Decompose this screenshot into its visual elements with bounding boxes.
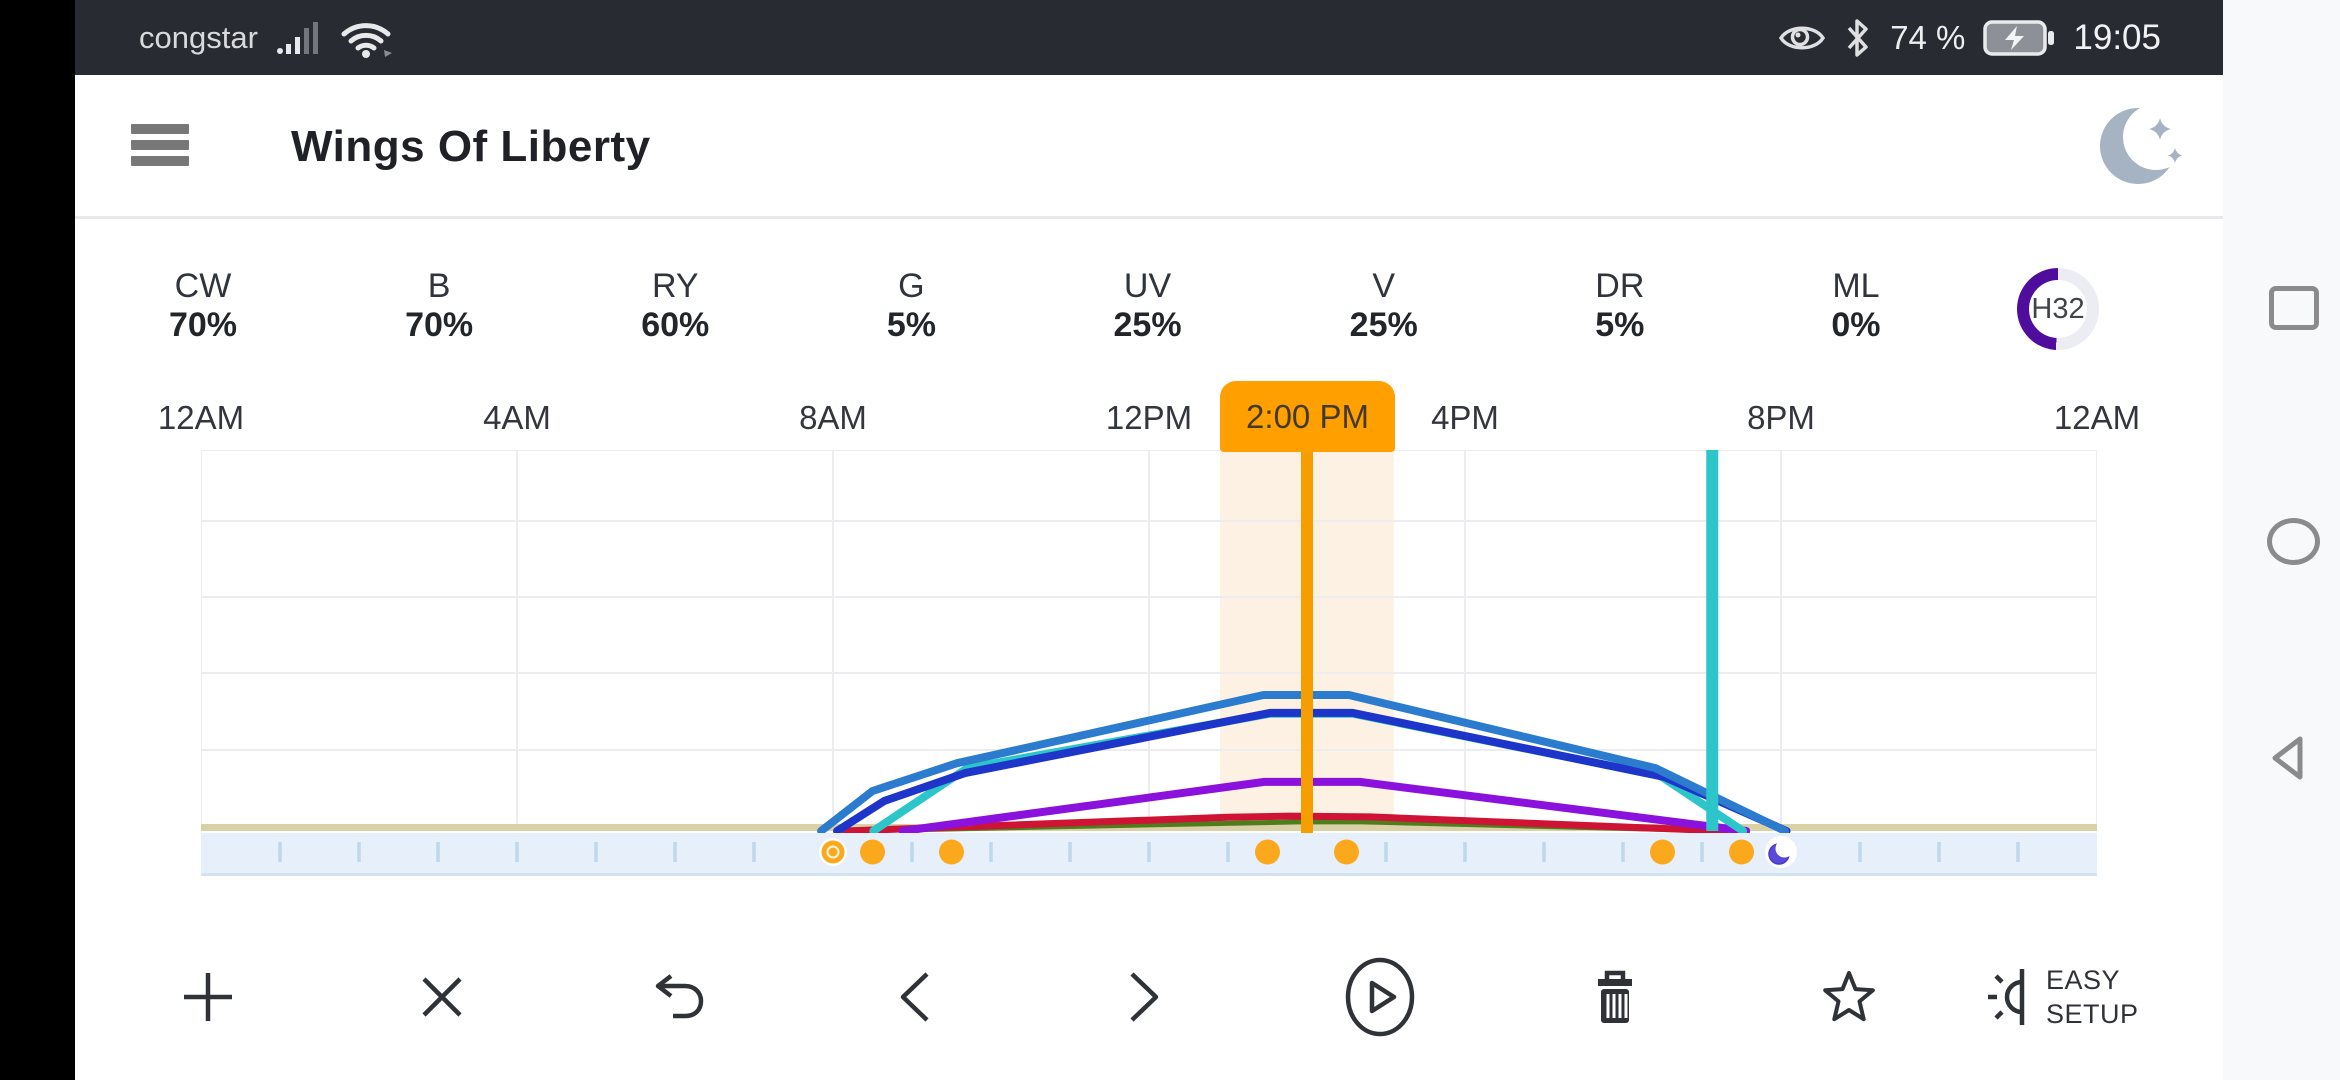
schedule-dot[interactable]	[1650, 840, 1675, 865]
channel-name: RY	[575, 266, 775, 306]
battery-charging-icon	[1983, 20, 2055, 56]
battery-percent: 74 %	[1890, 19, 1965, 57]
schedule-dot[interactable]	[1729, 840, 1754, 865]
favorite-button[interactable]	[1804, 952, 1894, 1042]
time-cursor-line[interactable]	[1301, 450, 1313, 845]
schedule-dot[interactable]	[1255, 840, 1280, 865]
home-button[interactable]	[2267, 518, 2320, 565]
easy-setup-button[interactable]	[1962, 952, 2052, 1042]
channel-value: 0%	[1756, 306, 1956, 344]
channel-ML[interactable]: ML0%	[1756, 266, 1956, 344]
schedule-dot[interactable]	[939, 840, 964, 865]
teal-event-line	[1706, 450, 1718, 831]
play-circle-icon	[1344, 956, 1416, 1038]
moon-stars-icon	[2093, 98, 2193, 198]
chevron-left-icon	[894, 969, 934, 1025]
controller-badge: H32	[2029, 280, 2087, 338]
undo-icon	[649, 971, 707, 1023]
channel-RY[interactable]: RY60%	[575, 266, 775, 344]
play-button[interactable]	[1335, 952, 1425, 1042]
channel-name: ML	[1756, 266, 1956, 306]
channel-name: UV	[1048, 266, 1248, 306]
back-button[interactable]	[2263, 730, 2319, 786]
channel-B[interactable]: B70%	[339, 266, 539, 344]
time-cursor-badge[interactable]: 2:00 PM	[1220, 381, 1395, 452]
next-button[interactable]	[1100, 952, 1190, 1042]
time-label-8am: 8AM	[799, 399, 867, 437]
undo-button[interactable]	[633, 952, 723, 1042]
star-icon	[1820, 969, 1878, 1025]
wifi-icon	[340, 17, 396, 59]
eye-comfort-icon	[1778, 21, 1826, 55]
time-label-4am: 4AM	[483, 399, 551, 437]
close-button[interactable]	[397, 952, 487, 1042]
channel-UV[interactable]: UV25%	[1048, 266, 1248, 344]
recents-button[interactable]	[2269, 286, 2319, 330]
clock-label: 19:05	[2073, 18, 2161, 58]
channel-G[interactable]: G5%	[811, 266, 1011, 344]
menu-button[interactable]	[118, 112, 202, 178]
channel-V[interactable]: V25%	[1284, 266, 1484, 344]
schedule-dot[interactable]	[1334, 840, 1359, 865]
hamburger-icon	[131, 124, 189, 134]
status-bar: congstar	[75, 0, 2223, 75]
schedule-dot-ring-core	[829, 848, 838, 857]
channel-value: 60%	[575, 306, 775, 344]
channel-CW[interactable]: CW70%	[103, 266, 303, 344]
night-mode-button[interactable]	[2093, 98, 2193, 198]
trash-icon	[1586, 967, 1644, 1027]
delete-button[interactable]	[1570, 952, 1660, 1042]
channel-value: 70%	[339, 306, 539, 344]
android-nav-bar	[2223, 0, 2340, 1080]
controller-progress-ring[interactable]: H32	[2017, 268, 2099, 350]
channel-name: G	[811, 266, 1011, 306]
signal-bars-icon	[276, 20, 322, 56]
page-title: Wings Of Liberty	[291, 122, 651, 172]
moon-marker-crescent-cut	[1776, 840, 1794, 858]
channel-value: 25%	[1284, 306, 1484, 344]
previous-button[interactable]	[869, 952, 959, 1042]
camera-notch-bar	[0, 0, 75, 1080]
carrier-label: congstar	[139, 20, 258, 56]
screen: congstar	[0, 0, 2340, 1080]
easy-setup-icon	[1977, 966, 2037, 1028]
channel-name: V	[1284, 266, 1484, 306]
close-icon	[417, 972, 467, 1022]
schedule-dot[interactable]	[860, 840, 885, 865]
channel-name: DR	[1520, 266, 1720, 306]
channel-value: 70%	[103, 306, 303, 344]
channel-value: 5%	[1520, 306, 1720, 344]
channel-DR[interactable]: DR5%	[1520, 266, 1720, 344]
bluetooth-icon	[1844, 15, 1872, 61]
channel-name: B	[339, 266, 539, 306]
easy-setup-label: EASY SETUP	[2046, 963, 2139, 1031]
time-label-12am: 12AM	[2054, 399, 2140, 437]
add-button[interactable]	[163, 952, 253, 1042]
time-label-12pm: 12PM	[1106, 399, 1192, 437]
time-label-4pm: 4PM	[1431, 399, 1499, 437]
schedule-chart	[201, 450, 2097, 877]
channel-value: 5%	[811, 306, 1011, 344]
triangle-left-icon	[2263, 730, 2319, 786]
channel-name: CW	[103, 266, 303, 306]
time-label-12am: 12AM	[158, 399, 244, 437]
time-label-8pm: 8PM	[1747, 399, 1815, 437]
channel-value: 25%	[1048, 306, 1248, 344]
plus-icon	[179, 968, 237, 1026]
hour-strip-border	[201, 873, 2097, 876]
header-divider	[75, 216, 2223, 219]
chevron-right-icon	[1125, 969, 1165, 1025]
